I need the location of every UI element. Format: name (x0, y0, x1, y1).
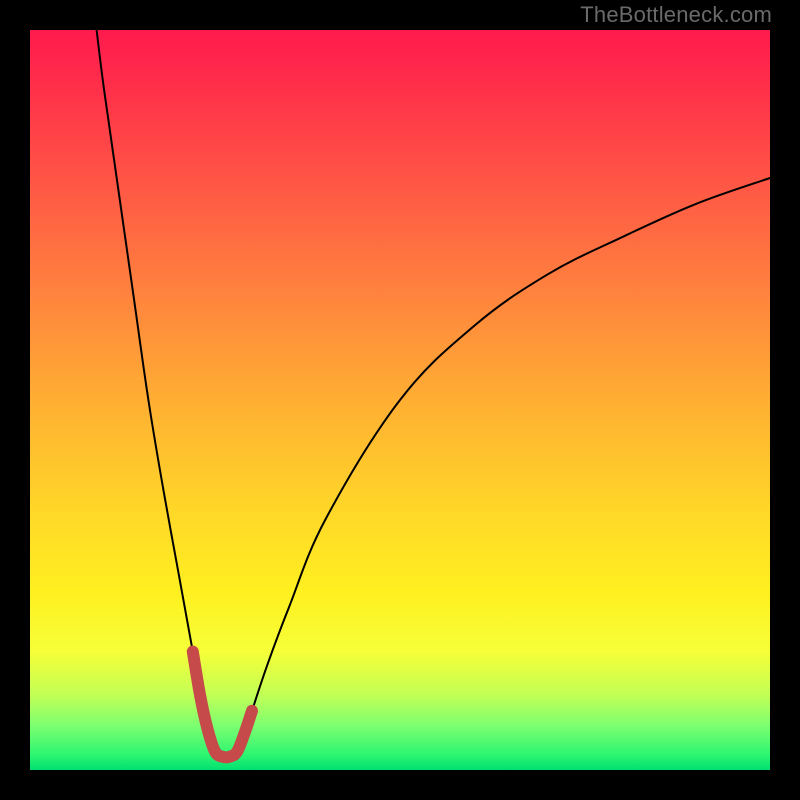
chart-svg (30, 30, 770, 770)
chart-frame (30, 30, 770, 770)
highlight-segment (193, 652, 252, 758)
watermark-text: TheBottleneck.com (580, 2, 772, 28)
